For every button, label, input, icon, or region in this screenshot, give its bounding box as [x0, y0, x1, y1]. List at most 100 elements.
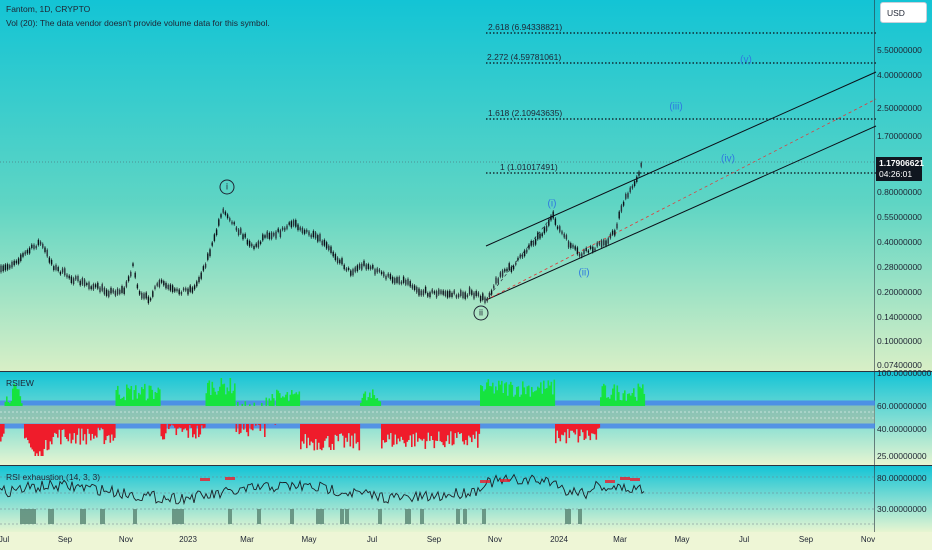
rsiew-bar — [39, 424, 41, 452]
symbol-title[interactable]: Fantom, 1D, CRYPTO — [6, 4, 90, 14]
candle-body — [11, 261, 13, 268]
candle-body — [114, 290, 117, 296]
candle-body — [220, 214, 222, 218]
wave-label: (v) — [740, 54, 752, 66]
rsiew-bar — [33, 424, 35, 452]
candle-body — [103, 287, 106, 295]
rsiew-bar — [75, 424, 77, 444]
rsiew-bar — [303, 424, 305, 444]
rsiew-bar — [220, 378, 223, 406]
price-pane-bg — [0, 0, 932, 371]
rsiew-bar — [273, 398, 275, 406]
rsix-overbought-mark — [225, 477, 235, 480]
candle-body — [556, 226, 559, 229]
rsiew-bar — [162, 424, 164, 440]
rsiew-bar — [30, 424, 32, 448]
rsix-title[interactable]: RSI exhaustion (14, 3, 3) — [6, 472, 100, 482]
rsiew-bar — [198, 424, 200, 438]
rsiew-bar — [603, 383, 605, 406]
candle-body — [365, 264, 367, 270]
candle-body — [149, 298, 152, 301]
rsiew-bar — [559, 424, 562, 442]
rsiew-bar — [492, 382, 494, 406]
candle-body — [81, 278, 84, 285]
candle-body — [455, 295, 458, 298]
rsiew-bar — [87, 424, 89, 429]
rsiew-bar — [393, 424, 395, 445]
wave-label: ii — [473, 305, 489, 321]
candle-body — [116, 288, 119, 295]
candle-body — [127, 276, 130, 282]
rsiew-bar — [264, 424, 266, 437]
candle-body — [295, 219, 297, 227]
time-axis-label: 2024 — [550, 535, 568, 544]
candle-body — [125, 281, 128, 287]
candle-body — [616, 223, 618, 229]
candle-body — [594, 248, 596, 251]
candle-body — [383, 272, 385, 277]
rsiew-bar — [150, 385, 152, 406]
rsiew-bar — [120, 398, 122, 406]
candle-body — [460, 290, 462, 296]
rsiew-bar — [93, 424, 95, 439]
rsiew-bar — [126, 384, 128, 406]
rsiew-bar — [522, 381, 524, 406]
rsiew-title[interactable]: RSIEW — [6, 378, 34, 388]
candle-body — [497, 278, 499, 284]
rsiew-bar — [526, 386, 529, 406]
rsiew-bar — [385, 424, 388, 443]
rsiew-bar — [159, 389, 161, 406]
rsiew-bar — [571, 424, 574, 431]
rsiew-bar — [550, 381, 553, 406]
rsiew-bar — [379, 401, 382, 406]
wave-label: (iv) — [721, 153, 735, 165]
rsiew-bar — [397, 424, 400, 439]
candle-body — [46, 249, 48, 257]
rsiew-bar — [427, 424, 430, 433]
rsiew-bar — [3, 424, 5, 434]
rsiew-bar — [51, 424, 53, 445]
rsix-overbought-mark — [605, 480, 615, 483]
candle-body — [266, 231, 268, 238]
chart-canvas[interactable] — [0, 0, 932, 550]
rsiew-bar — [186, 424, 188, 431]
candle-body — [303, 229, 306, 234]
candle-body — [207, 253, 209, 260]
candle-body — [83, 279, 86, 286]
rsiew-bar — [495, 386, 497, 406]
rsiew-bar — [582, 424, 584, 433]
rsix-bar — [257, 509, 261, 524]
candle-body — [543, 227, 546, 234]
rsix-bar — [20, 509, 36, 524]
time-axis-label: Jul — [0, 535, 10, 544]
rsiew-bar — [400, 424, 403, 437]
currency-button[interactable]: USD — [880, 2, 927, 23]
time-axis-label: Sep — [57, 535, 73, 544]
candle-body — [372, 264, 374, 269]
rsiew-bar — [366, 400, 368, 406]
candle-body — [55, 264, 57, 270]
rsiew-bar — [381, 424, 383, 449]
time-axis-label: Mar — [613, 535, 627, 544]
rsiew-bar — [142, 389, 145, 406]
candle-body — [292, 220, 295, 226]
candle-body — [468, 287, 471, 295]
candle-body — [229, 218, 231, 221]
rsiew-bar — [618, 392, 620, 406]
rsiew-bar — [19, 396, 22, 406]
rsiew-bar — [285, 394, 287, 406]
rsiew-bar — [289, 394, 292, 406]
candle-body — [631, 185, 634, 189]
rsiew-bar — [547, 380, 550, 406]
rsiew-neutral-zone — [0, 405, 875, 424]
rsiew-bar — [610, 394, 613, 406]
rsiew-bar — [255, 424, 257, 426]
rsiew-bar — [435, 424, 437, 441]
candle-body — [330, 246, 332, 253]
rsiew-bar — [202, 424, 205, 429]
candle-body — [607, 238, 609, 244]
candle-body — [572, 244, 574, 248]
candle-body — [273, 232, 275, 236]
rsiew-bar — [478, 424, 481, 434]
candle-body — [288, 222, 290, 225]
